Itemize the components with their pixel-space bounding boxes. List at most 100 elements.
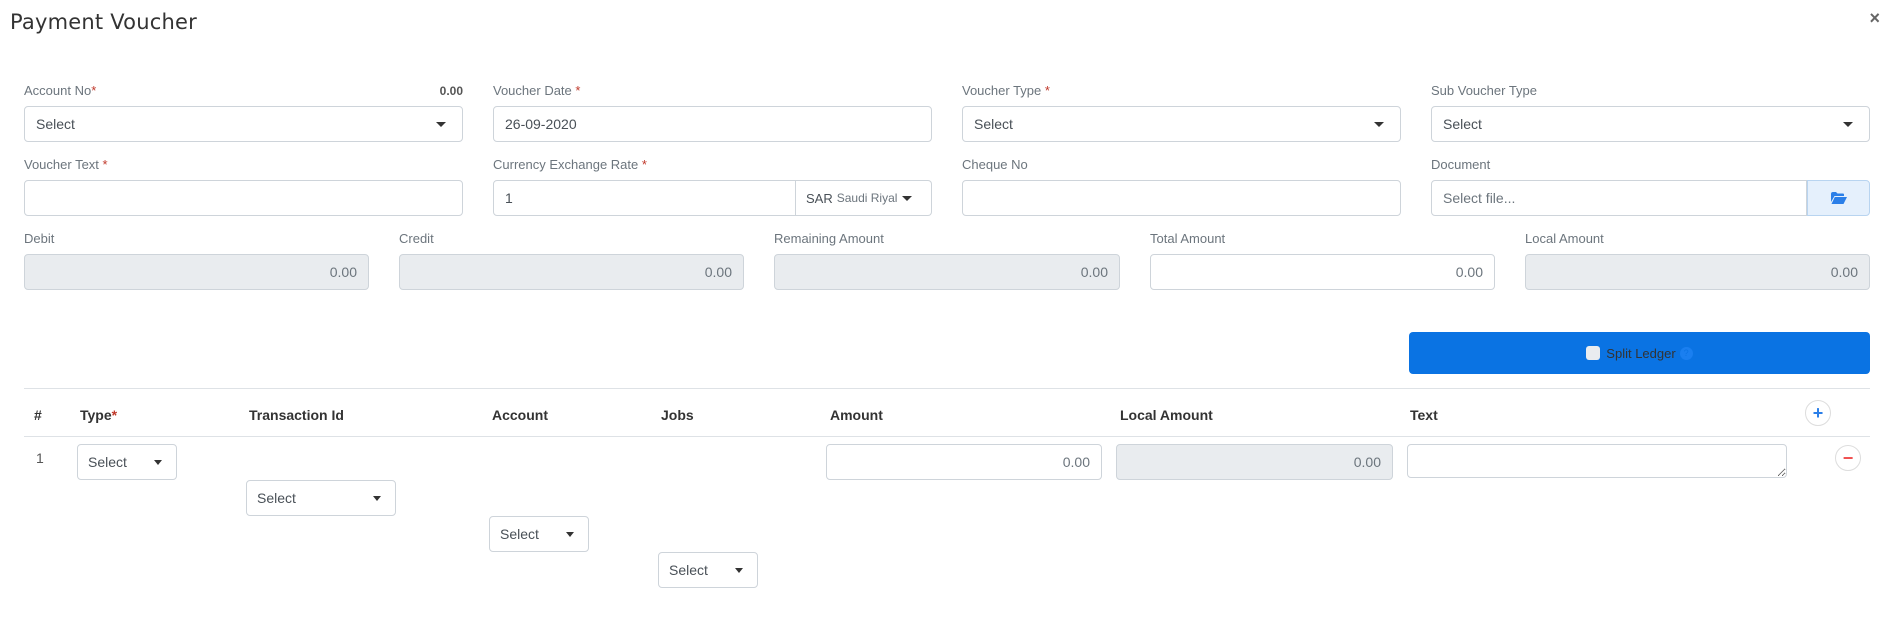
chevron-down-icon: [1843, 122, 1853, 127]
voucher-type-label: Voucher Type: [962, 83, 1045, 98]
total-amount-input[interactable]: 0.00: [1150, 254, 1495, 290]
chevron-down-icon: [902, 195, 913, 201]
chevron-down-icon: [735, 568, 743, 573]
account-no-label: Account No: [24, 83, 92, 98]
credit-label: Credit: [399, 231, 434, 246]
remaining-amount-value: 0.00: [1080, 264, 1108, 280]
row-account-select[interactable]: Select: [489, 516, 589, 552]
remaining-amount-label: Remaining Amount: [774, 231, 884, 246]
voucher-text-label: Voucher Text: [24, 157, 103, 172]
plus-icon: +: [1812, 402, 1824, 423]
sub-voucher-type-field: Sub Voucher Type Select: [1431, 82, 1870, 142]
required-marker: *: [575, 83, 581, 98]
local-amount-field: Local Amount 0.00: [1525, 230, 1870, 290]
row-transaction-id-select[interactable]: Select: [246, 480, 396, 516]
column-header-index: #: [34, 407, 42, 423]
minus-icon: −: [1842, 447, 1854, 468]
voucher-text-input[interactable]: [24, 180, 463, 216]
sub-voucher-type-label: Sub Voucher Type: [1431, 83, 1538, 98]
required-marker: *: [1044, 83, 1050, 98]
column-header-local-amount: Local Amount: [1120, 407, 1213, 423]
currency-exchange-rate-field: Currency Exchange Rate * 1 SAR Saudi Riy…: [493, 156, 932, 216]
add-row-button[interactable]: +: [1805, 400, 1831, 426]
account-no-select[interactable]: Select: [24, 106, 463, 142]
local-amount-value: 0.00: [1830, 264, 1858, 280]
column-header-type: Type*: [80, 407, 117, 423]
local-amount-input: 0.00: [1525, 254, 1870, 290]
total-amount-field: Total Amount 0.00: [1150, 230, 1495, 290]
row-index: 1: [36, 450, 44, 466]
split-ledger-button[interactable]: Split Ledger ?: [1409, 332, 1870, 374]
currency-name: Saudi Riyal: [836, 191, 898, 205]
column-header-text: Text: [1410, 407, 1438, 423]
browse-file-button[interactable]: [1807, 180, 1870, 216]
help-icon[interactable]: ?: [1679, 346, 1693, 360]
chevron-down-icon: [436, 122, 446, 127]
currency-code: SAR: [806, 190, 833, 206]
exchange-rate-value: 1: [505, 190, 513, 206]
column-header-transaction-id: Transaction Id: [249, 407, 344, 423]
column-header-amount: Amount: [830, 407, 883, 423]
row-local-amount-value: 0.00: [1353, 454, 1381, 470]
cheque-no-input[interactable]: [962, 180, 1401, 216]
column-header-jobs: Jobs: [661, 407, 694, 423]
row-jobs-select[interactable]: Select: [658, 552, 758, 588]
split-ledger-checkbox[interactable]: [1586, 346, 1601, 360]
account-no-field: Account No* 0.00 Select: [24, 82, 463, 142]
document-field: Document Select file...: [1431, 156, 1870, 216]
document-file-input[interactable]: Select file...: [1431, 180, 1807, 216]
row-amount-value: 0.00: [1062, 454, 1090, 470]
voucher-text-field: Voucher Text *: [24, 156, 463, 216]
row-local-amount-input: 0.00: [1116, 444, 1393, 480]
row-text-input[interactable]: [1407, 444, 1787, 478]
account-no-value: Select: [36, 116, 75, 132]
debit-field: Debit 0.00: [24, 230, 369, 290]
folder-open-icon: [1830, 192, 1847, 204]
divider: [24, 388, 1870, 389]
currency-dropdown[interactable]: SAR Saudi Riyal: [796, 180, 932, 216]
type-header-label: Type: [80, 407, 112, 423]
cheque-no-field: Cheque No: [962, 156, 1401, 216]
chevron-down-icon: [566, 532, 574, 537]
required-marker: *: [91, 83, 97, 98]
cheque-no-label: Cheque No: [962, 157, 1028, 172]
debit-label: Debit: [24, 231, 55, 246]
voucher-type-value: Select: [974, 116, 1013, 132]
sub-voucher-type-value: Select: [1443, 116, 1482, 132]
voucher-type-select[interactable]: Select: [962, 106, 1401, 142]
required-marker: *: [102, 157, 108, 172]
document-placeholder: Select file...: [1443, 190, 1516, 206]
remove-row-button[interactable]: −: [1835, 445, 1861, 471]
exchange-rate-input[interactable]: 1: [493, 180, 796, 216]
modal-title: Payment Voucher: [10, 10, 197, 34]
chevron-down-icon: [154, 460, 162, 465]
required-marker: *: [111, 407, 118, 423]
close-icon[interactable]: ×: [1869, 8, 1880, 29]
total-amount-value: 0.00: [1455, 264, 1483, 280]
row-account-value: Select: [500, 526, 539, 542]
split-ledger-label: Split Ledger: [1606, 345, 1676, 361]
remaining-amount-field: Remaining Amount 0.00: [774, 230, 1120, 290]
debit-input: 0.00: [24, 254, 369, 290]
voucher-type-field: Voucher Type * Select: [962, 82, 1401, 142]
voucher-date-label: Voucher Date: [493, 83, 576, 98]
voucher-date-field: Voucher Date * 26-09-2020: [493, 82, 932, 142]
row-jobs-value: Select: [669, 562, 708, 578]
row-type-select[interactable]: Select: [77, 444, 177, 480]
credit-value: 0.00: [704, 264, 732, 280]
chevron-down-icon: [373, 496, 381, 501]
account-balance: 0.00: [439, 84, 463, 98]
required-marker: *: [641, 157, 647, 172]
sub-voucher-type-select[interactable]: Select: [1431, 106, 1870, 142]
row-transaction-id-value: Select: [257, 490, 296, 506]
row-amount-input[interactable]: 0.00: [826, 444, 1102, 480]
voucher-date-value: 26-09-2020: [505, 116, 577, 132]
chevron-down-icon: [1374, 122, 1384, 127]
total-amount-label: Total Amount: [1150, 231, 1226, 246]
document-label: Document: [1431, 157, 1491, 172]
column-header-account: Account: [492, 407, 548, 423]
credit-field: Credit 0.00: [399, 230, 744, 290]
remaining-amount-input: 0.00: [774, 254, 1120, 290]
voucher-date-input[interactable]: 26-09-2020: [493, 106, 932, 142]
debit-value: 0.00: [329, 264, 357, 280]
